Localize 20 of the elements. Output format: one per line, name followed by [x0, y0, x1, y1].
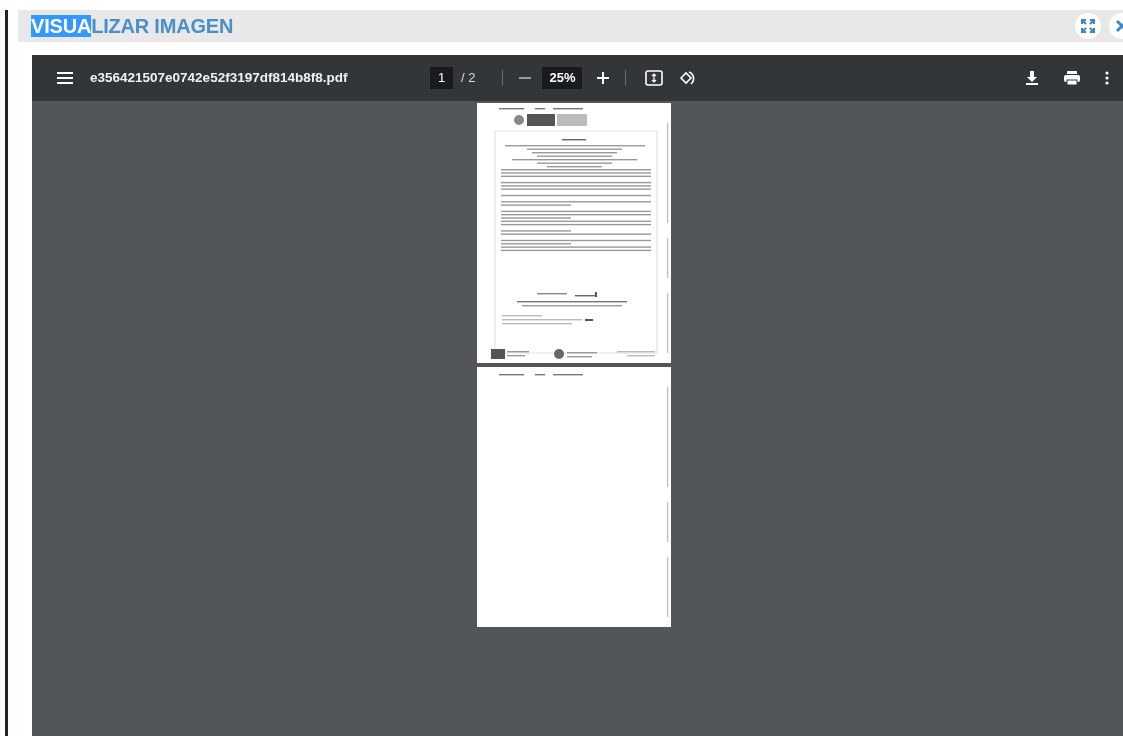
file-name: e356421507e0742e52f3197df814b8f8.pdf — [90, 68, 349, 87]
menu-button[interactable] — [56, 71, 74, 85]
plus-icon — [596, 71, 611, 85]
menu-icon — [56, 71, 74, 85]
more-options-button[interactable] — [1105, 71, 1109, 85]
download-button[interactable] — [1025, 70, 1039, 86]
zoom-in-button[interactable] — [596, 71, 611, 85]
title-text: LIZAR IMAGEN — [91, 15, 234, 37]
print-icon — [1063, 70, 1081, 86]
page-number-field[interactable]: 1 — [430, 67, 453, 89]
page-count: / 2 — [461, 69, 476, 88]
fullscreen-icon — [1080, 18, 1096, 34]
fit-page-icon — [645, 70, 664, 86]
selected-title-text: VISUA — [31, 15, 92, 37]
more-icon — [1105, 71, 1109, 85]
zoom-field[interactable]: 25% — [542, 67, 583, 89]
fit-page-button[interactable] — [645, 70, 664, 86]
fullscreen-button[interactable] — [1075, 13, 1101, 39]
download-icon — [1025, 70, 1039, 86]
print-button[interactable] — [1063, 70, 1081, 86]
